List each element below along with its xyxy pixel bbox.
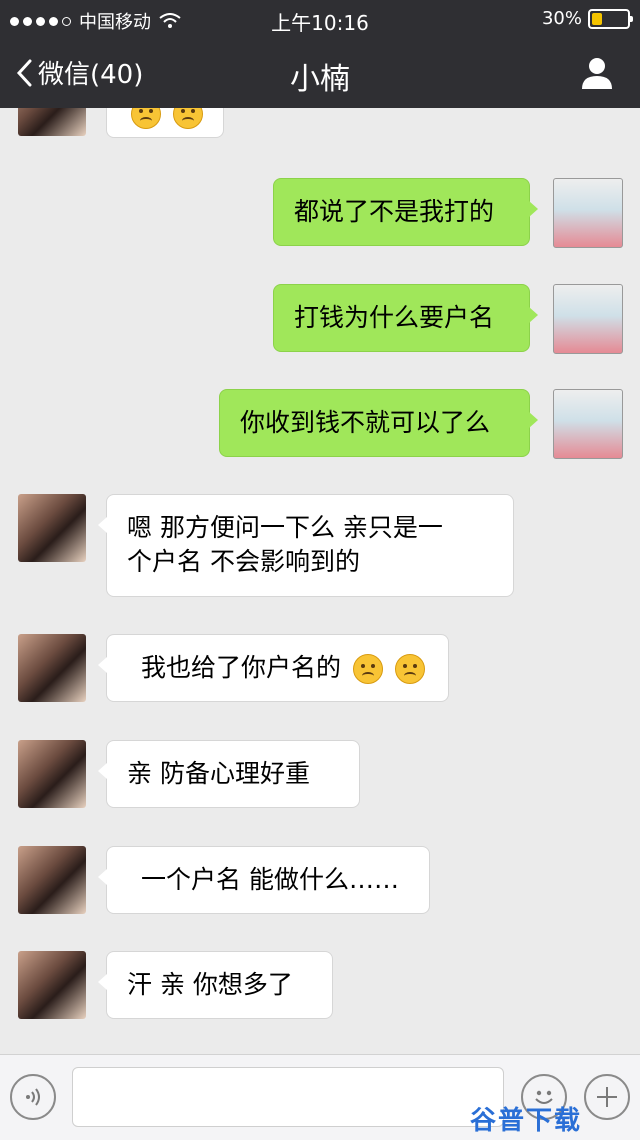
plus-icon	[597, 1087, 617, 1107]
more-button[interactable]	[584, 1074, 630, 1120]
message-bubble-received[interactable]: 汗 亲 你想多了	[98, 951, 333, 1019]
message-bubble-received[interactable]: 嗯 那方便问一下么 亲只是一 个户名 不会影响到的	[98, 494, 514, 597]
contact-avatar[interactable]	[18, 108, 86, 136]
contact-avatar[interactable]	[18, 951, 86, 1019]
message-bubble-emoji[interactable]	[106, 108, 224, 138]
my-avatar[interactable]	[553, 284, 623, 354]
contact-avatar[interactable]	[18, 846, 86, 914]
message-bubble-sent[interactable]: 你收到钱不就可以了么	[219, 389, 538, 457]
message-input[interactable]	[72, 1067, 504, 1127]
message-bubble-received[interactable]: 亲 防备心理好重	[98, 740, 360, 808]
contact-avatar[interactable]	[18, 634, 86, 702]
profile-icon[interactable]	[580, 56, 614, 90]
sad-emoji-icon	[394, 654, 425, 684]
my-avatar[interactable]	[553, 178, 623, 248]
watermark-logo: 谷普下载	[469, 1106, 582, 1136]
chat-title: 小楠	[290, 62, 350, 97]
message-bubble-received[interactable]: 一个户名 能做什么……	[98, 846, 430, 914]
message-line: 嗯 那方便问一下么 亲只是一	[127, 513, 443, 542]
message-text: 我也给了你户名的	[141, 653, 342, 682]
contact-avatar[interactable]	[18, 494, 86, 562]
message-bubble-sent[interactable]: 都说了不是我打的	[273, 178, 538, 246]
sad-emoji-icon	[352, 654, 383, 684]
smile-emoji-icon	[131, 108, 161, 129]
voice-icon	[26, 1088, 40, 1106]
my-avatar[interactable]	[553, 389, 623, 459]
top-bar: 中国移动 上午10:16 30% 微信(40) 小楠	[0, 0, 640, 108]
status-bar: 中国移动 上午10:16 30%	[0, 0, 640, 36]
message-bubble-received[interactable]: 我也给了你户名的	[98, 634, 449, 702]
contact-avatar[interactable]	[18, 740, 86, 808]
smile-emoji-icon	[172, 108, 203, 129]
message-line: 个户名 不会影响到的	[127, 547, 360, 576]
message-bubble-sent[interactable]: 打钱为什么要户名	[273, 284, 538, 352]
nav-bar: 微信(40) 小楠	[0, 36, 640, 108]
battery-icon	[588, 8, 633, 29]
voice-button[interactable]	[10, 1074, 56, 1120]
battery-percent: 30%	[541, 8, 582, 29]
chat-area[interactable]: 都说了不是我打的 打钱为什么要户名 你收到钱不就可以了么 嗯 那方便问一下么 亲…	[0, 108, 640, 1054]
